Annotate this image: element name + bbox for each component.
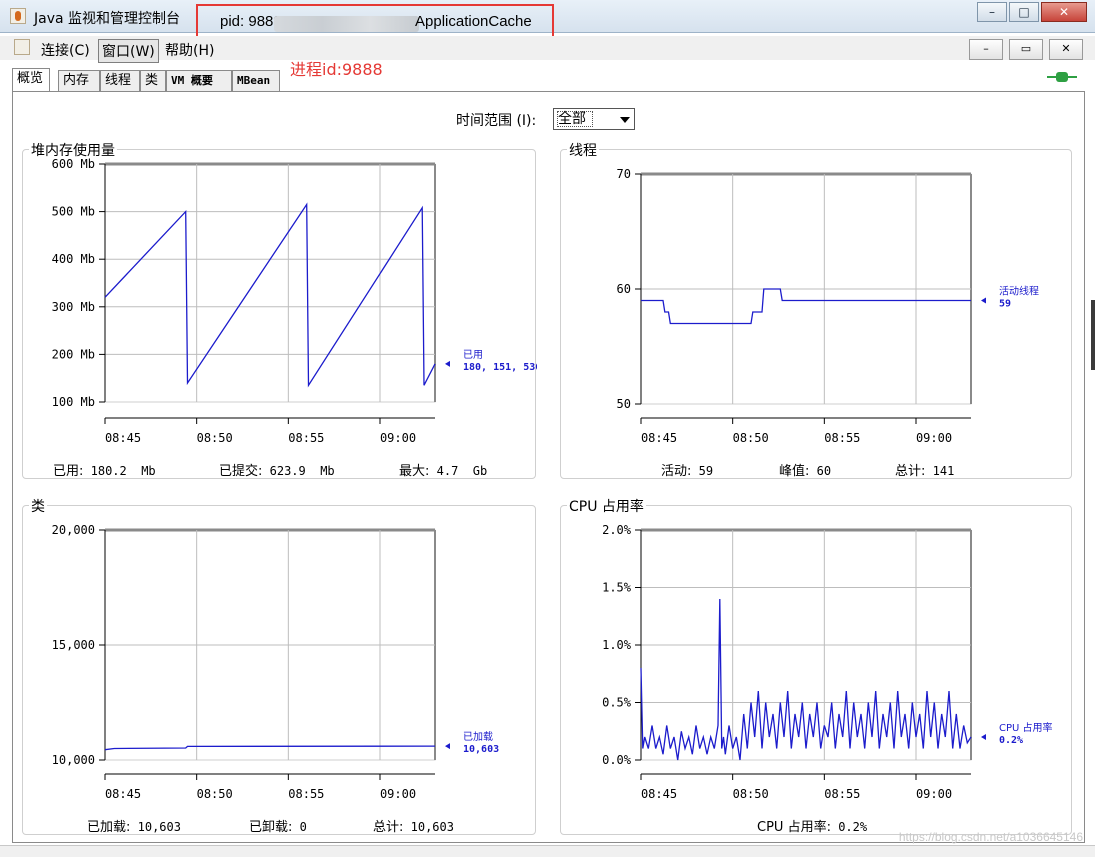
legend-marker [981, 734, 986, 740]
java-app-icon [10, 8, 26, 24]
y-tick-label: 1.5% [602, 581, 632, 595]
cpu-stat-usage: CPU 占用率: 0.2% [757, 820, 868, 835]
inner-window-controls: – ▭ ✕ [963, 39, 1083, 60]
x-tick-label: 08:55 [288, 787, 324, 801]
watermark: https://blog.csdn.net/a1036645146 [898, 830, 1083, 844]
y-tick-label: 500 Mb [52, 205, 95, 219]
legend-series-label: 已加载 [463, 731, 493, 743]
time-range-value: 全部 [557, 111, 593, 127]
x-tick-label: 09:00 [380, 787, 416, 801]
pid-highlight-box: pid: 9888 ApplicationCache [196, 4, 554, 38]
legend-current-value: 180, 151, 536 [463, 362, 537, 373]
threads-panel: 线程 50 60 70 08:45 08:50 08:55 09:00 活动线程 59 活动: … [560, 140, 1072, 479]
y-tick-label: 300 Mb [52, 300, 95, 314]
tab-classes[interactable]: 类 [140, 70, 166, 91]
heap-panel: 堆内存使用量 100 Mb 200 Mb 300 Mb 400 Mb 500 Mb 600… [22, 140, 537, 479]
y-tick-label: 100 Mb [52, 395, 95, 409]
x-tick-label: 08:45 [641, 787, 677, 801]
tab-mbean[interactable]: MBean [232, 70, 280, 91]
pid-label: pid: 9888 [220, 13, 282, 30]
y-tick-label: 20,000 [52, 523, 95, 537]
close-button[interactable]: ✕ [1041, 2, 1087, 22]
menu-bar: 连接(C) 窗口(W) 帮助(H) – ▭ ✕ [0, 36, 1095, 63]
tab-vm-summary[interactable]: VM 概要 [166, 70, 232, 91]
scrollbar-handle[interactable] [1091, 300, 1095, 370]
legend-current-value: 59 [999, 299, 1011, 310]
java-menu-icon[interactable] [14, 39, 30, 55]
menu-window[interactable]: 窗口(W) [98, 39, 159, 63]
tab-threads[interactable]: 线程 [100, 70, 140, 91]
heap-chart: 100 Mb 200 Mb 300 Mb 400 Mb 500 Mb 600 Mb 08:4… [52, 157, 537, 445]
dropdown-arrow-icon [620, 117, 630, 123]
x-tick-label: 09:00 [916, 787, 952, 801]
inner-restore-button[interactable]: ▭ [1009, 39, 1043, 60]
menu-connect[interactable]: 连接(C) [38, 39, 93, 61]
y-tick-label: 200 Mb [52, 347, 95, 361]
heap-stat-max: 最大: 4.7 Gb [399, 464, 488, 479]
y-tick-label: 600 Mb [52, 157, 95, 171]
x-tick-label: 08:50 [197, 787, 233, 801]
legend-series-label: CPU 占用率 [999, 721, 1053, 734]
heap-stat-committed: 已提交: 623.9 Mb [219, 464, 335, 479]
pid-annotation: 进程id:9888 [290, 60, 383, 79]
x-tick-label: 08:55 [824, 787, 860, 801]
x-tick-label: 08:50 [733, 787, 769, 801]
y-tick-label: 50 [617, 397, 631, 411]
x-tick-label: 08:50 [733, 431, 769, 445]
threads-chart: 50 60 70 08:45 08:50 08:55 09:00 活动线程59 [617, 167, 1039, 445]
cpu-panel: CPU 占用率 0.0% 0.5% 1.0% 1.5% 2.0% 08:45 08:50 08… [560, 496, 1072, 835]
threads-stat-total: 总计: 141 [895, 464, 955, 479]
legend-series-label: 活动线程 [999, 285, 1039, 298]
classes-stat-unloaded: 已卸载: 0 [249, 820, 307, 835]
x-tick-label: 08:45 [105, 431, 141, 445]
y-tick-label: 400 Mb [52, 252, 95, 266]
y-tick-label: 60 [617, 282, 631, 296]
y-tick-label: 70 [617, 167, 631, 181]
x-tick-label: 09:00 [380, 431, 416, 445]
legend-current-value: 10,603 [463, 744, 499, 755]
time-range-label: 时间范围 (I): [456, 113, 537, 129]
y-tick-label: 2.0% [602, 523, 632, 537]
pid-suffix: ApplicationCache [415, 13, 532, 30]
y-tick-label: 0.5% [602, 696, 632, 710]
x-tick-label: 08:45 [641, 431, 677, 445]
classes-stat-total: 总计: 10,603 [373, 820, 454, 835]
time-range-select[interactable]: 全部 [553, 108, 635, 130]
legend-marker [445, 743, 450, 750]
cpu-chart: 0.0% 0.5% 1.0% 1.5% 2.0% 08:45 08:50 08:55 09:00… [602, 523, 1053, 801]
window-title: Java 监视和管理控制台 [34, 11, 181, 27]
legend-marker [981, 297, 986, 304]
x-tick-label: 08:55 [824, 431, 860, 445]
threads-stat-peak: 峰值: 60 [779, 464, 832, 479]
y-tick-label: 1.0% [602, 638, 632, 652]
minimize-button[interactable]: – [977, 2, 1007, 22]
classes-panel: 类 10,000 15,000 20,000 08:45 08:50 08:55 09:00… [22, 496, 536, 835]
redacted-text [274, 16, 419, 32]
x-tick-label: 09:00 [916, 431, 952, 445]
x-tick-label: 08:55 [288, 431, 324, 445]
y-tick-label: 0.0% [602, 753, 632, 767]
plot-area [104, 163, 436, 403]
status-bar [0, 845, 1095, 857]
y-tick-label: 10,000 [52, 753, 95, 767]
classes-chart: 10,000 15,000 20,000 08:45 08:50 08:55 09:00 已加… [52, 523, 499, 801]
x-tick-label: 08:50 [197, 431, 233, 445]
tab-overview[interactable]: 概览 [12, 68, 50, 92]
menu-help[interactable]: 帮助(H) [162, 39, 217, 61]
inner-minimize-button[interactable]: – [969, 39, 1003, 60]
y-tick-label: 15,000 [52, 638, 95, 652]
inner-close-button[interactable]: ✕ [1049, 39, 1083, 60]
classes-stat-loaded: 已加载: 10,603 [87, 820, 181, 835]
maximize-button[interactable]: □ [1009, 2, 1039, 22]
heap-stat-used: 已用: 180.2 Mb [53, 464, 156, 479]
threads-stat-live: 活动: 59 [661, 464, 714, 479]
connection-plug-icon [1047, 72, 1077, 82]
legend-current-value: 0.2% [999, 735, 1023, 746]
legend-marker [445, 360, 450, 367]
window-controls: – □ ✕ [975, 2, 1087, 22]
tab-memory[interactable]: 内存 [58, 70, 100, 91]
legend-series-label: 已用 [463, 350, 483, 361]
x-tick-label: 08:45 [105, 787, 141, 801]
